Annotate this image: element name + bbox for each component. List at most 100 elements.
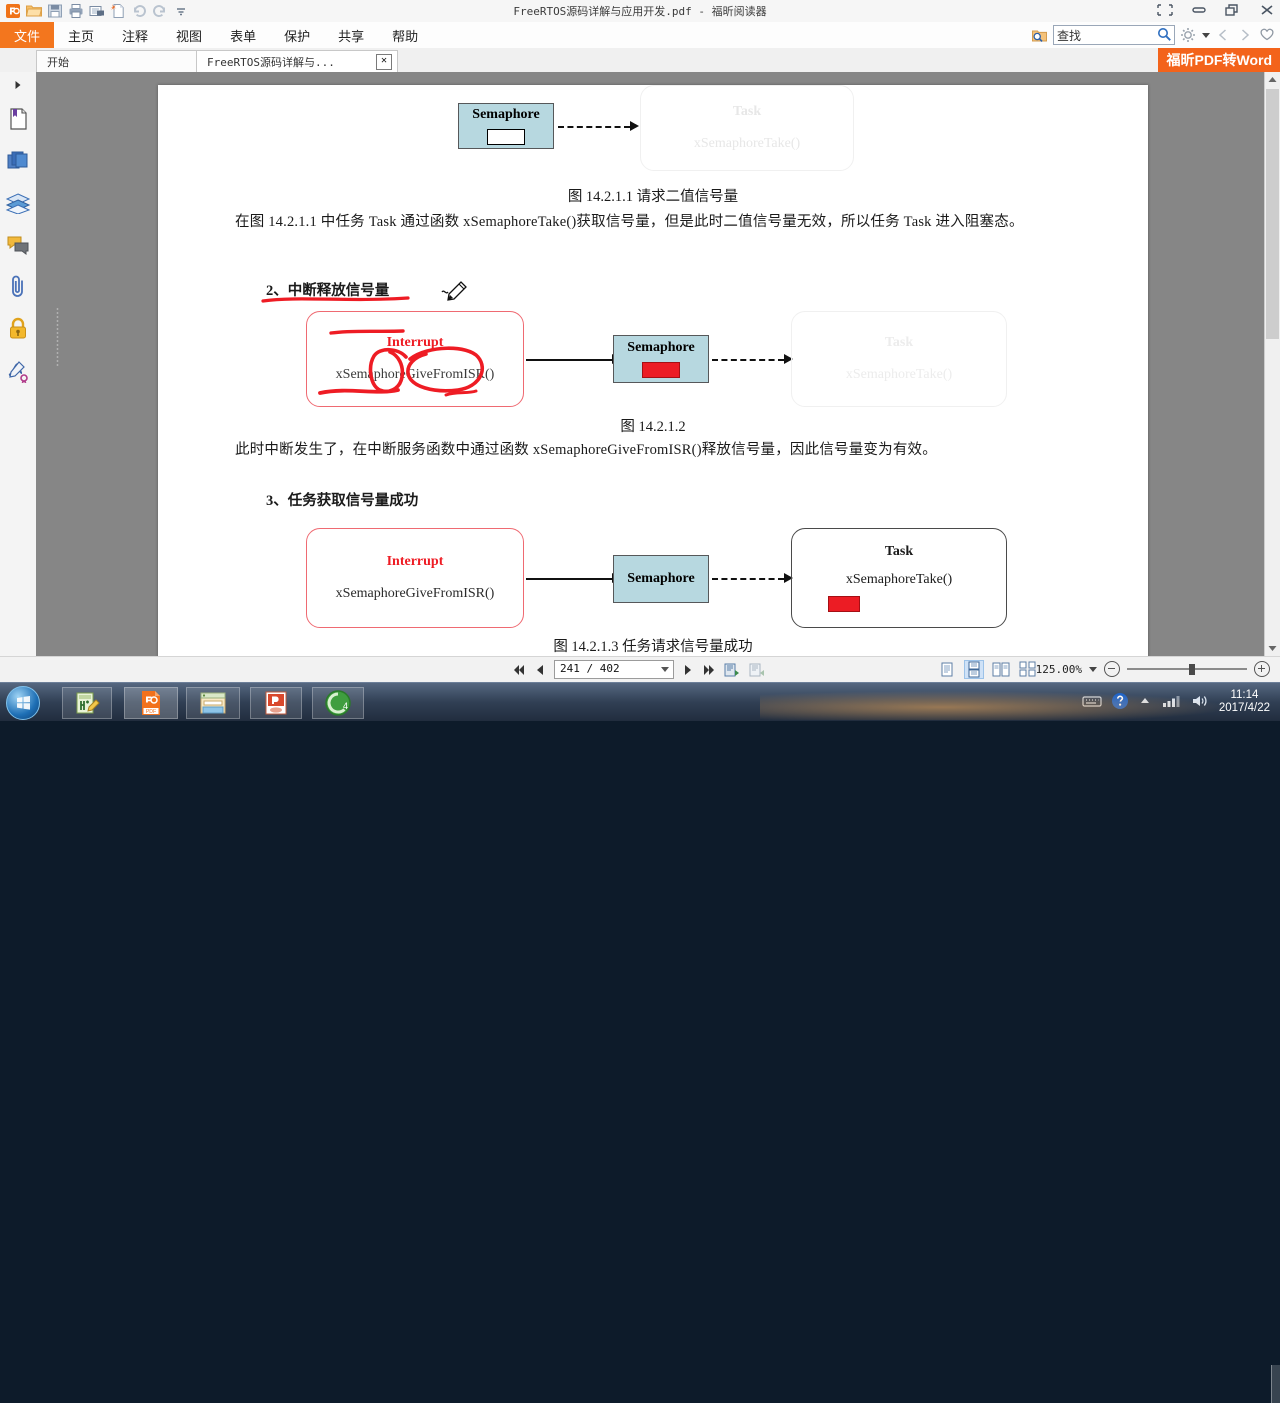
figure1-caption: 图 14.2.1.1 请求二值信号量 xyxy=(567,189,739,205)
pdf-page[interactable]: Semaphore Task xSemaphoreTake() 图 14.2.1… xyxy=(158,85,1148,656)
sidebar-item-comments[interactable] xyxy=(0,224,36,266)
zoom-level-value[interactable]: 125.00% xyxy=(1036,663,1082,676)
search-area: 查找 xyxy=(1031,23,1276,47)
scrollbar-thumb[interactable] xyxy=(1266,89,1279,339)
menu-item-label: 共享 xyxy=(338,28,365,44)
zoom-slider[interactable] xyxy=(1127,662,1247,676)
sidebar-item-attachments[interactable] xyxy=(0,266,36,308)
start-orb-button[interactable] xyxy=(6,686,40,720)
figure3-semaphore-label: Semaphore xyxy=(627,571,695,586)
first-page-icon[interactable] xyxy=(512,662,526,678)
tab-start[interactable]: 开始 xyxy=(36,50,210,73)
scroll-down-button[interactable] xyxy=(1265,641,1280,656)
zoom-out-icon[interactable] xyxy=(1104,661,1120,677)
sidebar-item-pages[interactable] xyxy=(0,140,36,182)
figure3-task-function: xSemaphoreTake() xyxy=(845,572,953,587)
menu-item-label: 帮助 xyxy=(392,28,419,44)
vertical-scrollbar[interactable] xyxy=(1264,72,1280,656)
zoom-group: 125.00% xyxy=(1036,661,1270,677)
previous-page-icon[interactable] xyxy=(533,662,547,678)
folder-search-icon[interactable] xyxy=(1031,27,1048,44)
find-next-icon[interactable] xyxy=(1237,27,1254,44)
fullscreen-toggle-button[interactable] xyxy=(1156,2,1174,18)
figure1-semaphore-label: Semaphore xyxy=(472,107,540,122)
continuous-scroll-view-button[interactable] xyxy=(964,660,984,679)
tab-document[interactable]: FreeRTOS源码详解与... ✕ xyxy=(196,50,398,73)
menu-item-share[interactable]: 共享 xyxy=(324,22,378,48)
sidebar-item-signatures[interactable] xyxy=(0,350,36,392)
figure2-interrupt-title: Interrupt xyxy=(386,335,444,350)
restore-button[interactable] xyxy=(1224,2,1242,18)
menu-item-label: 文件 xyxy=(14,28,41,44)
paragraph-2: 此时中断发生了，在中断服务函数中通过函数 xSemaphoreGiveFromI… xyxy=(235,442,937,458)
scroll-up-button[interactable] xyxy=(1265,72,1280,87)
menu-item-form[interactable]: 表单 xyxy=(216,22,270,48)
figure2-interrupt-box: Interrupt xSemaphoreGiveFromISR() xyxy=(306,311,524,407)
next-page-icon[interactable] xyxy=(681,662,695,678)
minimize-button[interactable] xyxy=(1190,2,1208,18)
taskbar-green-app[interactable]: 4 xyxy=(312,687,364,719)
zoom-in-icon[interactable] xyxy=(1254,661,1270,677)
search-icon[interactable] xyxy=(1157,27,1172,45)
page-number-value: 241 / 402 xyxy=(560,662,620,675)
show-desktop-button[interactable] xyxy=(1271,1365,1280,1403)
close-button[interactable] xyxy=(1258,2,1276,18)
previous-view-icon[interactable] xyxy=(723,662,741,678)
facing-page-view-button[interactable] xyxy=(992,661,1010,678)
menu-items: 文件 主页 注释 视图 表单 保护 共享 帮助 xyxy=(0,22,432,48)
heart-icon[interactable] xyxy=(1259,27,1276,44)
search-input[interactable]: 查找 xyxy=(1053,25,1175,45)
sidebar-item-bookmarks[interactable] xyxy=(0,98,36,140)
figure3-task-slot xyxy=(828,596,860,612)
menu-item-protect[interactable]: 保护 xyxy=(270,22,324,48)
figure3-semaphore-box: Semaphore xyxy=(613,555,709,603)
window-title: FreeRTOS源码详解与应用开发.pdf - 福昕阅读器 xyxy=(513,5,767,18)
search-options-chevron-down-icon[interactable] xyxy=(1202,32,1210,38)
taskbar-notepadpp[interactable] xyxy=(62,687,112,719)
find-previous-icon[interactable] xyxy=(1215,27,1232,44)
gear-icon[interactable] xyxy=(1180,27,1197,44)
desktop-wallpaper-glow xyxy=(760,688,1280,720)
menu-item-comment[interactable]: 注释 xyxy=(108,22,162,48)
next-view-icon[interactable] xyxy=(748,662,766,678)
menu-item-label: 主页 xyxy=(68,28,95,44)
title-bar: FreeRTOS源码详解与应用开发.pdf - 福昕阅读器 xyxy=(0,0,1280,23)
taskbar-powerpoint[interactable] xyxy=(250,687,302,719)
page-viewport[interactable]: Semaphore Task xSemaphoreTake() 图 14.2.1… xyxy=(36,72,1265,656)
menu-item-view[interactable]: 视图 xyxy=(162,22,216,48)
taskbar-foxit-reader[interactable]: PDF xyxy=(124,687,178,719)
menu-item-help[interactable]: 帮助 xyxy=(378,22,432,48)
menu-item-label: 注释 xyxy=(122,28,149,44)
svg-text:PDF: PDF xyxy=(146,709,156,715)
document-work-area: Semaphore Task xSemaphoreTake() 图 14.2.1… xyxy=(36,72,1280,656)
figure3-interrupt-box: Interrupt xSemaphoreGiveFromISR() xyxy=(306,528,524,628)
pdf-to-word-promo-button[interactable]: 福昕PDF转Word xyxy=(1158,48,1280,72)
pdf-to-word-label: 福昕PDF转Word xyxy=(1166,52,1272,68)
search-placeholder: 查找 xyxy=(1057,29,1082,43)
sidebar-item-security[interactable] xyxy=(0,308,36,350)
menu-item-file[interactable]: 文件 xyxy=(0,22,55,48)
foxit-reader-window: FreeRTOS源码详解与应用开发.pdf - 福昕阅读器 文件 主页 注释 视… xyxy=(0,0,1280,1403)
status-bar: 241 / 402 125.00% xyxy=(0,656,1280,683)
figure2-semaphore-box: Semaphore xyxy=(613,335,709,383)
zoom-dropdown-chevron-down-icon[interactable] xyxy=(1089,666,1097,672)
page-dropdown-chevron-down-icon[interactable] xyxy=(661,667,669,672)
figure1-task-function: xSemaphoreTake() xyxy=(693,136,801,151)
page-content: Semaphore Task xSemaphoreTake() 图 14.2.1… xyxy=(158,85,1148,656)
figure2-semaphore-label: Semaphore xyxy=(627,340,695,355)
zoom-slider-knob[interactable] xyxy=(1189,664,1195,675)
tab-bar: 开始 FreeRTOS源码详解与... ✕ 福昕PDF转Word xyxy=(0,48,1280,73)
page-number-input[interactable]: 241 / 402 xyxy=(554,660,674,679)
heading-3: 3、任务获取信号量成功 xyxy=(266,493,419,509)
continuous-facing-view-button[interactable] xyxy=(1019,661,1037,678)
menu-item-home[interactable]: 主页 xyxy=(54,22,108,48)
figure1-semaphore-box: Semaphore xyxy=(458,103,554,149)
last-page-icon[interactable] xyxy=(702,662,716,678)
sidebar-item-layers[interactable] xyxy=(0,182,36,224)
tab-close-button[interactable]: ✕ xyxy=(376,54,392,70)
figure2-caption: 图 14.2.1.2 xyxy=(620,419,686,435)
single-page-view-button[interactable] xyxy=(938,661,956,678)
expand-panel-icon[interactable] xyxy=(0,72,36,98)
tab-label: 开始 xyxy=(47,56,69,69)
taskbar-file-explorer[interactable] xyxy=(186,687,240,719)
